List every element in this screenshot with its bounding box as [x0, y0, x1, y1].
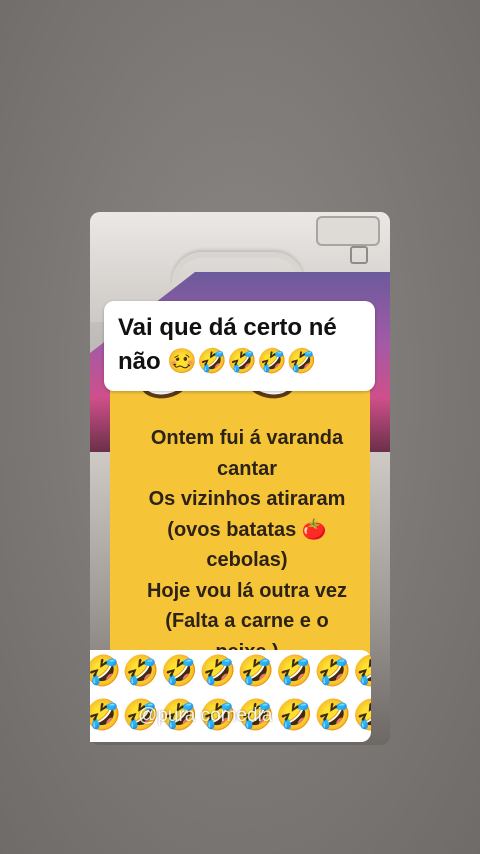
car-light-button [350, 246, 368, 264]
joke-line: (ovos batatas 🍅 [167, 518, 327, 541]
joke-line: cebolas) [206, 549, 288, 571]
caption-line-2: não 🥴🤣🤣🤣🤣 [118, 348, 317, 375]
joke-line: Ontem fui á varanda [150, 427, 344, 449]
joke-line: cantar [216, 457, 278, 480]
joke-line: Hoje vou lá outra vez [146, 579, 348, 602]
watermark: @pura comedia [138, 705, 273, 726]
laughing-emoji-row: 🤣🤣🤣🤣🤣🤣🤣🤣 [90, 654, 371, 689]
caption-title: Vai que dá certo né não 🥴🤣🤣🤣🤣 [104, 301, 375, 391]
joke-line: (Falta a carne e o [165, 610, 329, 632]
joke-text: Ontem fui á varanda cantar Os vizinhos a… [112, 423, 382, 667]
laughing-emoji-bar: 🤣🤣🤣🤣🤣🤣🤣🤣 🤣🤣🤣🤣🤣🤣🤣🤣 [90, 650, 371, 742]
caption-line-1: Vai que dá certo né [118, 314, 337, 341]
joke-line: Os vizinhos atiraram [148, 488, 346, 510]
car-dome-lamp [316, 216, 380, 246]
